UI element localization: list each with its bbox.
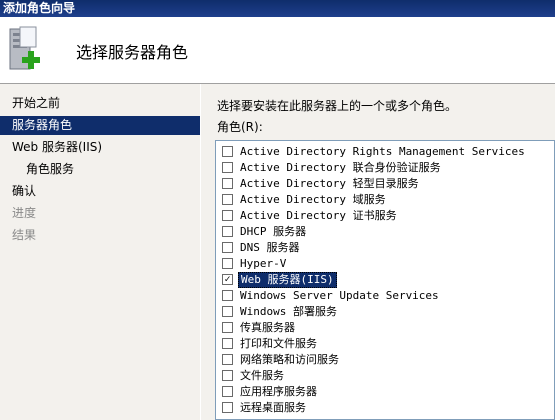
role-label: 网络策略和访问服务: [240, 353, 339, 366]
wizard-steps: 开始之前 服务器角色 Web 服务器(IIS) 角色服务 确认 进度 结果: [0, 84, 200, 420]
step-before-you-begin[interactable]: 开始之前: [0, 94, 200, 113]
main-content: 选择要安装在此服务器上的一个或多个角色。 角色(R): Active Direc…: [201, 84, 555, 420]
step-role-services[interactable]: 角色服务: [0, 160, 200, 179]
role-label: 打印和文件服务: [240, 337, 317, 350]
role-checkbox[interactable]: [222, 370, 233, 381]
role-label: Windows Server Update Services: [240, 289, 439, 302]
step-confirmation[interactable]: 确认: [0, 182, 200, 201]
step-web-server[interactable]: Web 服务器(IIS): [0, 138, 200, 157]
window-title: 添加角色向导: [0, 0, 555, 17]
role-checkbox[interactable]: [222, 306, 233, 317]
role-label: Active Directory Rights Management Servi…: [240, 145, 525, 158]
role-checkbox[interactable]: [222, 146, 233, 157]
page-title: 选择服务器角色: [76, 43, 189, 62]
role-label: 远程桌面服务: [240, 401, 306, 414]
role-label: Active Directory 证书服务: [240, 209, 397, 222]
instruction-text: 选择要安装在此服务器上的一个或多个角色。: [217, 99, 458, 113]
role-checkbox[interactable]: [222, 226, 233, 237]
role-checkbox[interactable]: [222, 162, 233, 173]
server-add-icon: [9, 26, 40, 70]
role-label: Hyper-V: [240, 257, 287, 270]
role-label: 应用程序服务器: [240, 385, 317, 398]
role-label: Active Directory 轻型目录服务: [240, 177, 419, 190]
role-checkbox[interactable]: [222, 210, 233, 221]
role-checkbox[interactable]: [222, 322, 233, 333]
step-progress: 进度: [12, 206, 37, 220]
roles-label: 角色(R):: [217, 120, 263, 134]
role-label: Windows 部署服务: [240, 305, 337, 318]
role-checkbox[interactable]: [222, 386, 233, 397]
role-label: 文件服务: [240, 369, 284, 382]
role-checkbox[interactable]: [222, 290, 233, 301]
role-label: 传真服务器: [240, 321, 295, 334]
role-label: Web 服务器(IIS): [238, 272, 337, 288]
role-checkbox[interactable]: [222, 242, 233, 253]
role-checkbox[interactable]: ✓: [222, 274, 233, 285]
step-server-roles[interactable]: 服务器角色: [0, 116, 200, 135]
role-label: DHCP 服务器: [240, 225, 307, 238]
role-checkbox[interactable]: [222, 258, 233, 269]
role-label: Active Directory 联合身份验证服务: [240, 161, 441, 174]
role-checkbox[interactable]: [222, 178, 233, 189]
role-checkbox[interactable]: [222, 402, 233, 413]
wizard-header: 选择服务器角色: [0, 17, 555, 84]
role-checkbox[interactable]: [222, 354, 233, 365]
step-results: 结果: [12, 228, 37, 242]
role-checkbox[interactable]: [222, 338, 233, 349]
roles-list[interactable]: Active Directory Rights Management Servi…: [215, 140, 555, 420]
role-label: Active Directory 域服务: [240, 193, 386, 206]
role-checkbox[interactable]: [222, 194, 233, 205]
role-label: DNS 服务器: [240, 241, 300, 254]
